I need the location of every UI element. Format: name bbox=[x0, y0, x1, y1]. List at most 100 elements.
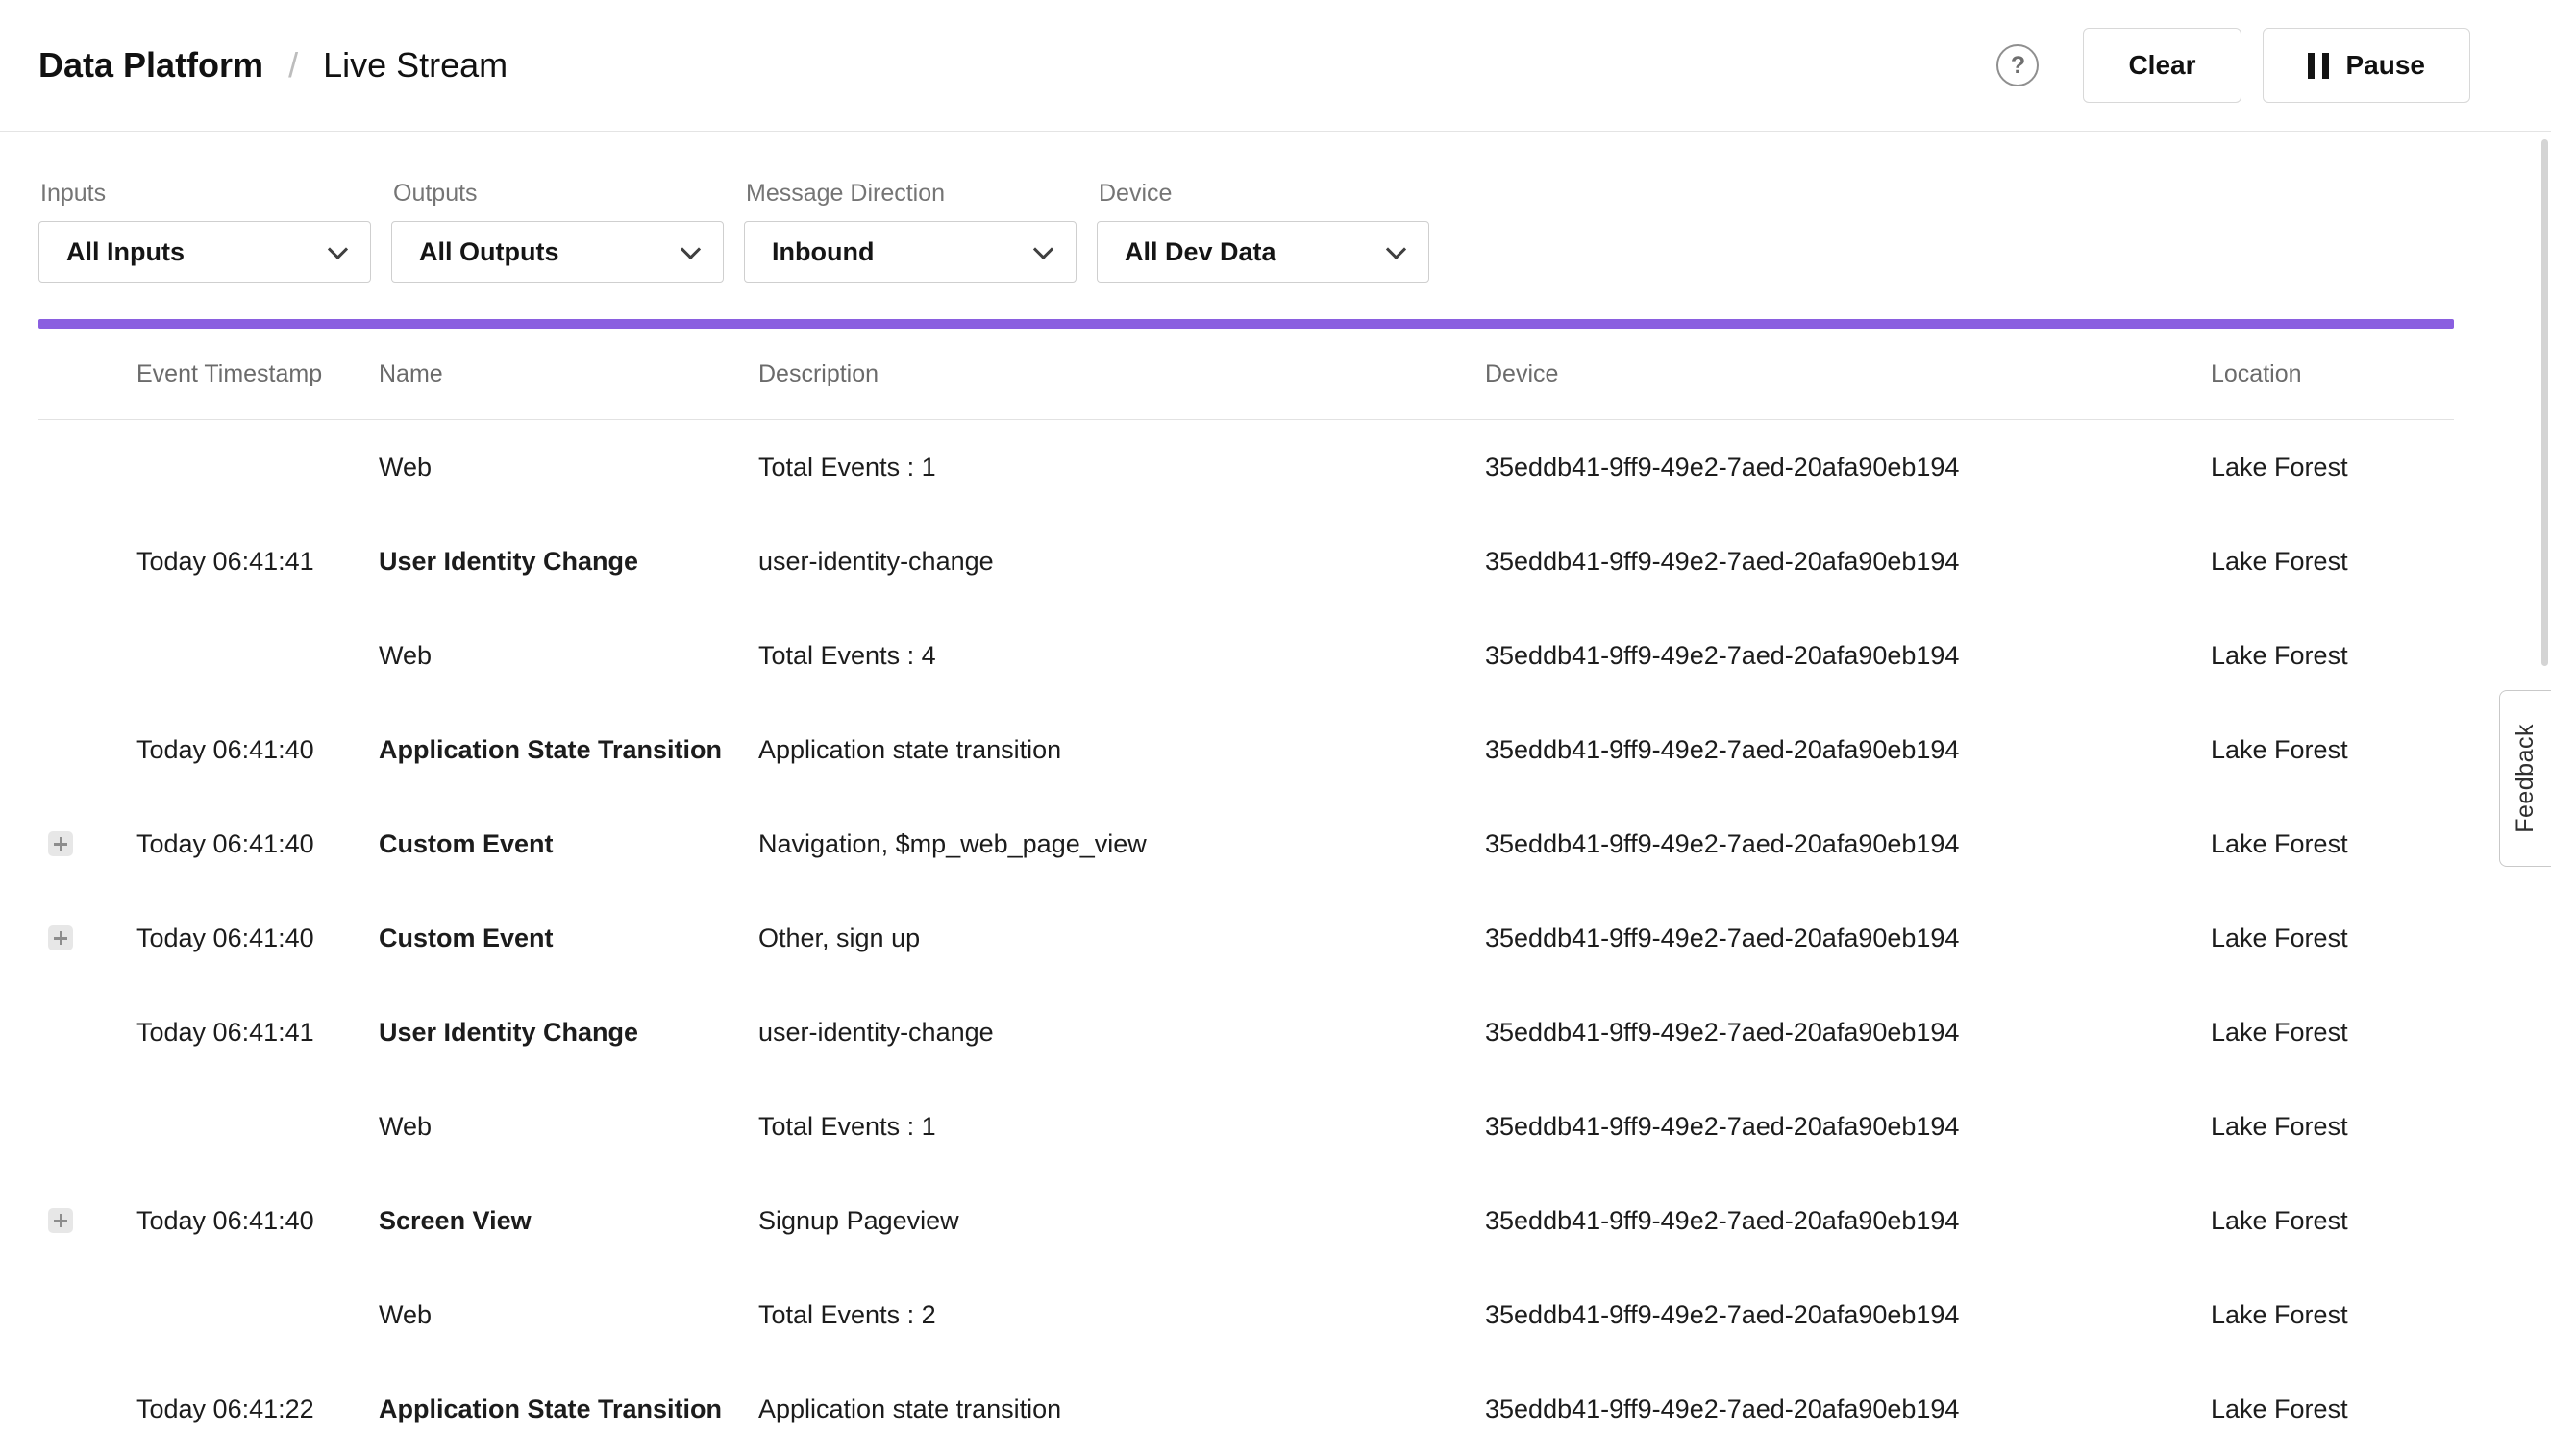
help-icon[interactable]: ? bbox=[1996, 44, 2039, 86]
cell-timestamp: Today 06:41:22 bbox=[136, 1394, 379, 1424]
column-header-description: Description bbox=[758, 360, 1485, 388]
pause-icon bbox=[2308, 53, 2329, 79]
inputs-select[interactable]: All Inputs bbox=[38, 221, 371, 283]
cell-device: 35eddb41-9ff9-49e2-7aed-20afa90eb194 bbox=[1485, 829, 2211, 859]
expand-cell bbox=[38, 455, 136, 480]
cell-device: 35eddb41-9ff9-49e2-7aed-20afa90eb194 bbox=[1485, 1300, 2211, 1330]
table-row[interactable]: Web Total Events : 4 35eddb41-9ff9-49e2-… bbox=[38, 608, 2454, 703]
column-header-name: Name bbox=[379, 360, 758, 388]
feedback-tab[interactable]: Feedback bbox=[2499, 690, 2551, 867]
cell-name: Screen View bbox=[379, 1206, 758, 1236]
filter-outputs-label: Outputs bbox=[393, 180, 724, 208]
expand-cell bbox=[38, 831, 136, 856]
cell-device: 35eddb41-9ff9-49e2-7aed-20afa90eb194 bbox=[1485, 1394, 2211, 1424]
column-header-event-timestamp: Event Timestamp bbox=[136, 360, 379, 388]
cell-device: 35eddb41-9ff9-49e2-7aed-20afa90eb194 bbox=[1485, 547, 2211, 577]
column-header-location: Location bbox=[2211, 360, 2454, 388]
page-header: Data Platform / Live Stream ? Clear Paus… bbox=[0, 0, 2551, 132]
page-title: Live Stream bbox=[323, 45, 508, 86]
cell-name: Web bbox=[379, 453, 758, 482]
cell-name: Web bbox=[379, 1300, 758, 1330]
cell-location: Lake Forest bbox=[2211, 1394, 2454, 1424]
cell-description: Application state transition bbox=[758, 735, 1485, 765]
cell-device: 35eddb41-9ff9-49e2-7aed-20afa90eb194 bbox=[1485, 453, 2211, 482]
chevron-down-icon bbox=[1386, 238, 1406, 259]
feedback-tab-label: Feedback bbox=[2512, 724, 2539, 833]
cell-name: User Identity Change bbox=[379, 1018, 758, 1048]
message-direction-select[interactable]: Inbound bbox=[744, 221, 1077, 283]
cell-timestamp: Today 06:41:40 bbox=[136, 829, 379, 859]
filter-message-direction: Message Direction Inbound bbox=[744, 180, 1077, 283]
table-row[interactable]: Today 06:41:40 Application State Transit… bbox=[38, 703, 2454, 797]
inputs-select-value: All Inputs bbox=[66, 237, 331, 267]
cell-location: Lake Forest bbox=[2211, 1206, 2454, 1236]
cell-name: Custom Event bbox=[379, 829, 758, 859]
expand-cell bbox=[38, 1114, 136, 1139]
filter-inputs: Inputs All Inputs bbox=[38, 180, 371, 283]
cell-name: Web bbox=[379, 641, 758, 671]
cell-location: Lake Forest bbox=[2211, 829, 2454, 859]
table-row[interactable]: Today 06:41:40 Custom Event Navigation, … bbox=[38, 797, 2454, 891]
cell-device: 35eddb41-9ff9-49e2-7aed-20afa90eb194 bbox=[1485, 735, 2211, 765]
cell-timestamp: Today 06:41:41 bbox=[136, 1018, 379, 1048]
cell-device: 35eddb41-9ff9-49e2-7aed-20afa90eb194 bbox=[1485, 641, 2211, 671]
expand-cell bbox=[38, 1396, 136, 1421]
cell-description: Signup Pageview bbox=[758, 1206, 1485, 1236]
cell-device: 35eddb41-9ff9-49e2-7aed-20afa90eb194 bbox=[1485, 1112, 2211, 1142]
cell-description: user-identity-change bbox=[758, 547, 1485, 577]
cell-location: Lake Forest bbox=[2211, 735, 2454, 765]
chevron-down-icon bbox=[1033, 238, 1053, 259]
expand-cell bbox=[38, 1020, 136, 1045]
cell-location: Lake Forest bbox=[2211, 453, 2454, 482]
table-row[interactable]: Web Total Events : 1 35eddb41-9ff9-49e2-… bbox=[38, 420, 2454, 514]
filter-outputs: Outputs All Outputs bbox=[391, 180, 724, 283]
cell-description: user-identity-change bbox=[758, 1018, 1485, 1048]
expand-plus-icon[interactable] bbox=[48, 831, 73, 856]
cell-name: Custom Event bbox=[379, 924, 758, 953]
expand-plus-icon[interactable] bbox=[48, 925, 73, 950]
expand-plus-icon[interactable] bbox=[48, 1208, 73, 1233]
cell-device: 35eddb41-9ff9-49e2-7aed-20afa90eb194 bbox=[1485, 1206, 2211, 1236]
filter-device-label: Device bbox=[1099, 180, 1429, 208]
cell-device: 35eddb41-9ff9-49e2-7aed-20afa90eb194 bbox=[1485, 924, 2211, 953]
clear-button[interactable]: Clear bbox=[2083, 28, 2241, 103]
cell-name: User Identity Change bbox=[379, 547, 758, 577]
table-row[interactable]: Today 06:41:41 User Identity Change user… bbox=[38, 985, 2454, 1079]
chevron-down-icon bbox=[328, 238, 348, 259]
device-select[interactable]: All Dev Data bbox=[1097, 221, 1429, 283]
cell-description: Total Events : 2 bbox=[758, 1300, 1485, 1330]
expand-cell bbox=[38, 1302, 136, 1327]
expand-cell bbox=[38, 1208, 136, 1233]
table-row[interactable]: Today 06:41:22 Application State Transit… bbox=[38, 1362, 2454, 1456]
expand-cell bbox=[38, 643, 136, 668]
cell-description: Total Events : 4 bbox=[758, 641, 1485, 671]
cell-description: Application state transition bbox=[758, 1394, 1485, 1424]
outputs-select[interactable]: All Outputs bbox=[391, 221, 724, 283]
device-select-value: All Dev Data bbox=[1125, 237, 1389, 267]
column-header-device: Device bbox=[1485, 360, 2211, 388]
cell-name: Web bbox=[379, 1112, 758, 1142]
chevron-down-icon bbox=[681, 238, 701, 259]
cell-timestamp: Today 06:41:40 bbox=[136, 924, 379, 953]
pause-button[interactable]: Pause bbox=[2263, 28, 2471, 103]
vertical-scrollbar-thumb[interactable] bbox=[2541, 139, 2548, 666]
table-row[interactable]: Today 06:41:40 Screen View Signup Pagevi… bbox=[38, 1173, 2454, 1268]
cell-location: Lake Forest bbox=[2211, 641, 2454, 671]
table-row[interactable]: Today 06:41:40 Custom Event Other, sign … bbox=[38, 891, 2454, 985]
cell-location: Lake Forest bbox=[2211, 1300, 2454, 1330]
breadcrumb-separator: / bbox=[288, 45, 298, 86]
table-body: Web Total Events : 1 35eddb41-9ff9-49e2-… bbox=[0, 420, 2551, 1456]
breadcrumb[interactable]: Data Platform bbox=[38, 45, 263, 86]
table-row[interactable]: Today 06:41:41 User Identity Change user… bbox=[38, 514, 2454, 608]
cell-timestamp: Today 06:41:40 bbox=[136, 1206, 379, 1236]
cell-description: Other, sign up bbox=[758, 924, 1485, 953]
message-direction-select-value: Inbound bbox=[772, 237, 1036, 267]
outputs-select-value: All Outputs bbox=[419, 237, 683, 267]
table-row[interactable]: Web Total Events : 1 35eddb41-9ff9-49e2-… bbox=[38, 1079, 2454, 1173]
cell-location: Lake Forest bbox=[2211, 924, 2454, 953]
cell-name: Application State Transition bbox=[379, 1394, 758, 1424]
filter-message-direction-label: Message Direction bbox=[746, 180, 1077, 208]
table-row[interactable]: Web Total Events : 2 35eddb41-9ff9-49e2-… bbox=[38, 1268, 2454, 1362]
expand-cell bbox=[38, 737, 136, 762]
filter-inputs-label: Inputs bbox=[40, 180, 371, 208]
